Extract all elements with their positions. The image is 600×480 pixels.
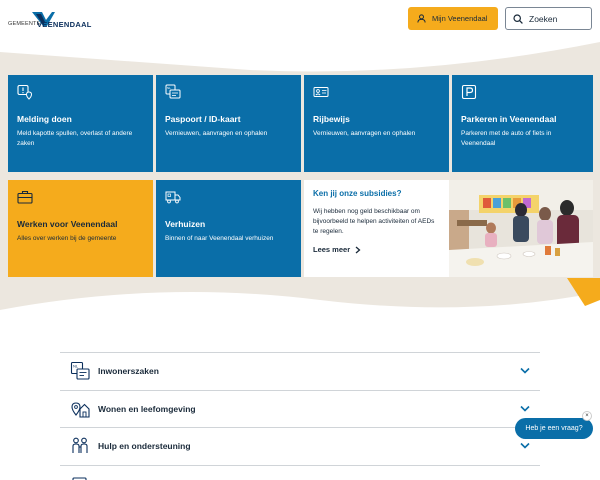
tile-parkeren[interactable]: Parkeren in Veenendaal Parkeren met de a… bbox=[452, 75, 593, 172]
tile-subtitle: Binnen of naar Veenendaal verhuizen bbox=[165, 235, 274, 242]
tile-subtitle: Parkeren met de auto of fiets in Veenend… bbox=[461, 130, 552, 147]
svg-text:NL: NL bbox=[73, 364, 79, 369]
site-header: GEMEENTE VEENENDAAL Mijn Veenendaal bbox=[0, 0, 600, 38]
chat-label: Heb je een vraag? bbox=[525, 425, 583, 432]
tile-melding-doen[interactable]: Melding doen Meld kapotte spullen, overl… bbox=[8, 75, 153, 172]
chevron-down-icon bbox=[520, 442, 530, 449]
subsidy-card[interactable]: Ken jij onze subsidies? Wij hebben nog g… bbox=[304, 180, 593, 277]
accordion-label: Hulp en ondersteuning bbox=[98, 441, 191, 452]
logo[interactable]: GEMEENTE VEENENDAAL bbox=[8, 10, 118, 32]
user-icon bbox=[417, 14, 426, 23]
report-pin-icon bbox=[17, 84, 33, 100]
logo-name: VEENENDAAL bbox=[37, 20, 92, 29]
accordion-label: Inwonerszaken bbox=[98, 366, 159, 377]
house-pin-icon bbox=[71, 402, 90, 418]
lees-meer-label: Lees meer bbox=[313, 245, 351, 254]
people-icon bbox=[72, 437, 88, 454]
search-input[interactable] bbox=[529, 13, 591, 24]
chat-button[interactable]: Heb je een vraag? bbox=[515, 418, 593, 439]
tile-subtitle: Vernieuwen, aanvragen en ophalen bbox=[165, 130, 268, 137]
tile-title: Melding doen bbox=[17, 114, 72, 124]
accordion-item-hulp[interactable]: Hulp en ondersteuning bbox=[60, 427, 540, 465]
tile-title: Parkeren in Veenendaal bbox=[461, 114, 557, 124]
moving-truck-icon bbox=[165, 191, 181, 204]
document-icon bbox=[72, 477, 87, 480]
tile-subtitle: Alles over werken bij de gemeente bbox=[17, 235, 117, 242]
tile-title: Werken voor Veenendaal bbox=[17, 219, 118, 229]
accordion-item-wonen[interactable]: Wonen en leefomgeving bbox=[60, 389, 540, 428]
search-icon bbox=[513, 13, 523, 24]
id-card-icon: NL bbox=[70, 362, 90, 380]
topic-accordion: NL Inwonerszaken Wonen en leefomgeving H… bbox=[60, 352, 540, 480]
parking-icon bbox=[461, 84, 477, 100]
subsidy-text: Ken jij onze subsidies? Wij hebben nog g… bbox=[304, 180, 449, 277]
close-icon: × bbox=[585, 413, 589, 419]
lees-meer-link[interactable]: Lees meer bbox=[313, 245, 440, 254]
briefcase-icon bbox=[17, 190, 33, 204]
chevron-down-icon bbox=[520, 405, 530, 412]
subsidy-photo bbox=[449, 180, 593, 277]
search-box[interactable] bbox=[505, 7, 592, 30]
subsidy-title: Ken jij onze subsidies? bbox=[313, 189, 402, 198]
tile-title: Rijbewijs bbox=[313, 114, 350, 124]
subsidy-body: Wij hebben nog geld beschikbaar om bijvo… bbox=[313, 208, 435, 235]
tile-rijbewijs[interactable]: Rijbewijs Vernieuwen, aanvragen en ophal… bbox=[304, 75, 449, 172]
tile-verhuizen[interactable]: Verhuizen Binnen of naar Veenendaal verh… bbox=[156, 180, 301, 277]
chevron-down-icon bbox=[520, 367, 530, 374]
mijn-veenendaal-label: Mijn Veenendaal bbox=[432, 14, 488, 23]
tile-werken[interactable]: Werken voor Veenendaal Alles over werken… bbox=[8, 180, 153, 277]
accordion-item-inwonerszaken[interactable]: NL Inwonerszaken bbox=[60, 352, 540, 390]
tile-subtitle: Meld kapotte spullen, overlast of andere… bbox=[17, 130, 133, 147]
svg-text:NL: NL bbox=[167, 86, 171, 90]
tile-title: Verhuizen bbox=[165, 219, 206, 229]
license-icon bbox=[313, 87, 329, 97]
tile-title: Paspoort / ID-kaart bbox=[165, 114, 241, 124]
accordion-label: Wonen en leefomgeving bbox=[98, 403, 196, 414]
accordion-item-more[interactable] bbox=[60, 464, 540, 480]
mijn-veenendaal-button[interactable]: Mijn Veenendaal bbox=[408, 7, 498, 30]
activity-photo-image bbox=[449, 180, 593, 277]
chevron-right-icon bbox=[355, 246, 361, 253]
chat-close-button[interactable]: × bbox=[582, 411, 592, 421]
id-card-icon: NL bbox=[165, 84, 181, 99]
tile-paspoort[interactable]: NL Paspoort / ID-kaart Vernieuwen, aanvr… bbox=[156, 75, 301, 172]
tile-subtitle: Vernieuwen, aanvragen en ophalen bbox=[313, 130, 416, 137]
